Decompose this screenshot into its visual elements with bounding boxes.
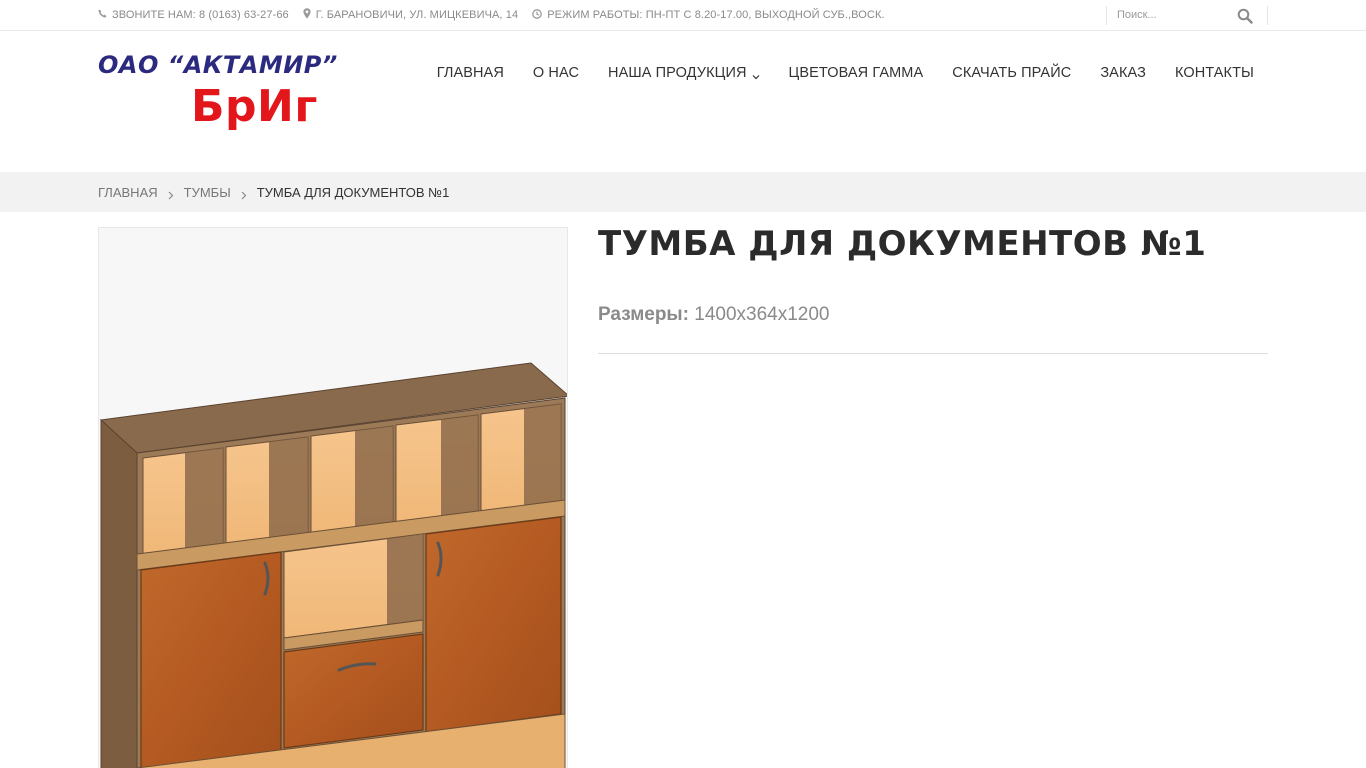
- divider: [598, 353, 1268, 354]
- contact-info: ЗВОНИТЕ НАМ: 8 (0163) 63-27-66 Г. БАРАНО…: [98, 0, 899, 30]
- phone-info: ЗВОНИТЕ НАМ: 8 (0163) 63-27-66: [98, 9, 289, 21]
- main-nav: ГЛАВНАЯ О НАС НАША ПРОДУКЦИЯ ЦВЕТОВАЯ ГА…: [408, 63, 1254, 83]
- search-box: [1106, 6, 1268, 25]
- breadcrumb-bar: ГЛАВНАЯ ТУМБЫ ТУМБА ДЛЯ ДОКУМЕНТОВ №1: [0, 172, 1366, 212]
- hours-info: РЕЖИМ РАБОТЫ: ПН-ПТ С 8.20-17.00, ВЫХОДН…: [532, 8, 885, 22]
- product-dimensions: Размеры: 1400x364x1200: [598, 304, 1268, 326]
- nav-item-order[interactable]: ЗАКАЗ: [1100, 65, 1146, 81]
- top-bar: ЗВОНИТЕ НАМ: 8 (0163) 63-27-66 Г. БАРАНО…: [0, 0, 1366, 31]
- nav-item-price[interactable]: СКАЧАТЬ ПРАЙС: [952, 65, 1071, 81]
- nav-item-home[interactable]: ГЛАВНАЯ: [437, 65, 504, 81]
- site-logo[interactable]: ОАО “АКТАМИР” БрИг: [98, 51, 337, 143]
- dimensions-label: Размеры:: [598, 304, 689, 325]
- chevron-down-icon: [752, 69, 760, 80]
- breadcrumb-home[interactable]: ГЛАВНАЯ: [98, 185, 158, 200]
- map-marker-icon: [303, 8, 311, 22]
- product-gallery[interactable]: [98, 227, 568, 768]
- breadcrumb: ГЛАВНАЯ ТУМБЫ ТУМБА ДЛЯ ДОКУМЕНТОВ №1: [98, 172, 449, 212]
- nav-item-about[interactable]: О НАС: [533, 65, 579, 81]
- product-title: ТУМБА ДЛЯ ДОКУМЕНТОВ №1: [598, 224, 1207, 264]
- product-image: [99, 362, 567, 768]
- address-text: Г. БАРАНОВИЧИ, УЛ. МИЦКЕВИЧА, 14: [315, 9, 519, 21]
- nav-item-products[interactable]: НАША ПРОДУКЦИЯ: [608, 65, 760, 81]
- chevron-right-icon: [241, 188, 247, 199]
- nav-item-contacts[interactable]: КОНТАКТЫ: [1175, 65, 1254, 81]
- logo-brand-name: БрИг: [191, 81, 318, 132]
- search-icon[interactable]: [1237, 8, 1253, 24]
- search-input[interactable]: [1117, 7, 1227, 23]
- clock-icon: [532, 8, 543, 22]
- nav-item-colors[interactable]: ЦВЕТОВАЯ ГАММА: [789, 65, 924, 81]
- breadcrumb-category[interactable]: ТУМБЫ: [184, 185, 231, 200]
- chevron-right-icon: [168, 188, 174, 199]
- hours-text: РЕЖИМ РАБОТЫ: ПН-ПТ С 8.20-17.00, ВЫХОДН…: [547, 9, 885, 21]
- product-summary: ТУМБА ДЛЯ ДОКУМЕНТОВ №1 Размеры: 1400x36…: [598, 222, 1268, 354]
- dimensions-value: 1400x364x1200: [694, 304, 830, 325]
- logo-company-name: ОАО “АКТАМИР”: [98, 51, 338, 79]
- address-info: Г. БАРАНОВИЧИ, УЛ. МИЦКЕВИЧА, 14: [303, 8, 518, 22]
- phone-icon: [98, 9, 107, 21]
- phone-text: ЗВОНИТЕ НАМ: 8 (0163) 63-27-66: [112, 9, 289, 21]
- breadcrumb-current: ТУМБА ДЛЯ ДОКУМЕНТОВ №1: [256, 184, 450, 200]
- site-header: ОАО “АКТАМИР” БрИг ГЛАВНАЯ О НАС НАША ПР…: [0, 31, 1366, 172]
